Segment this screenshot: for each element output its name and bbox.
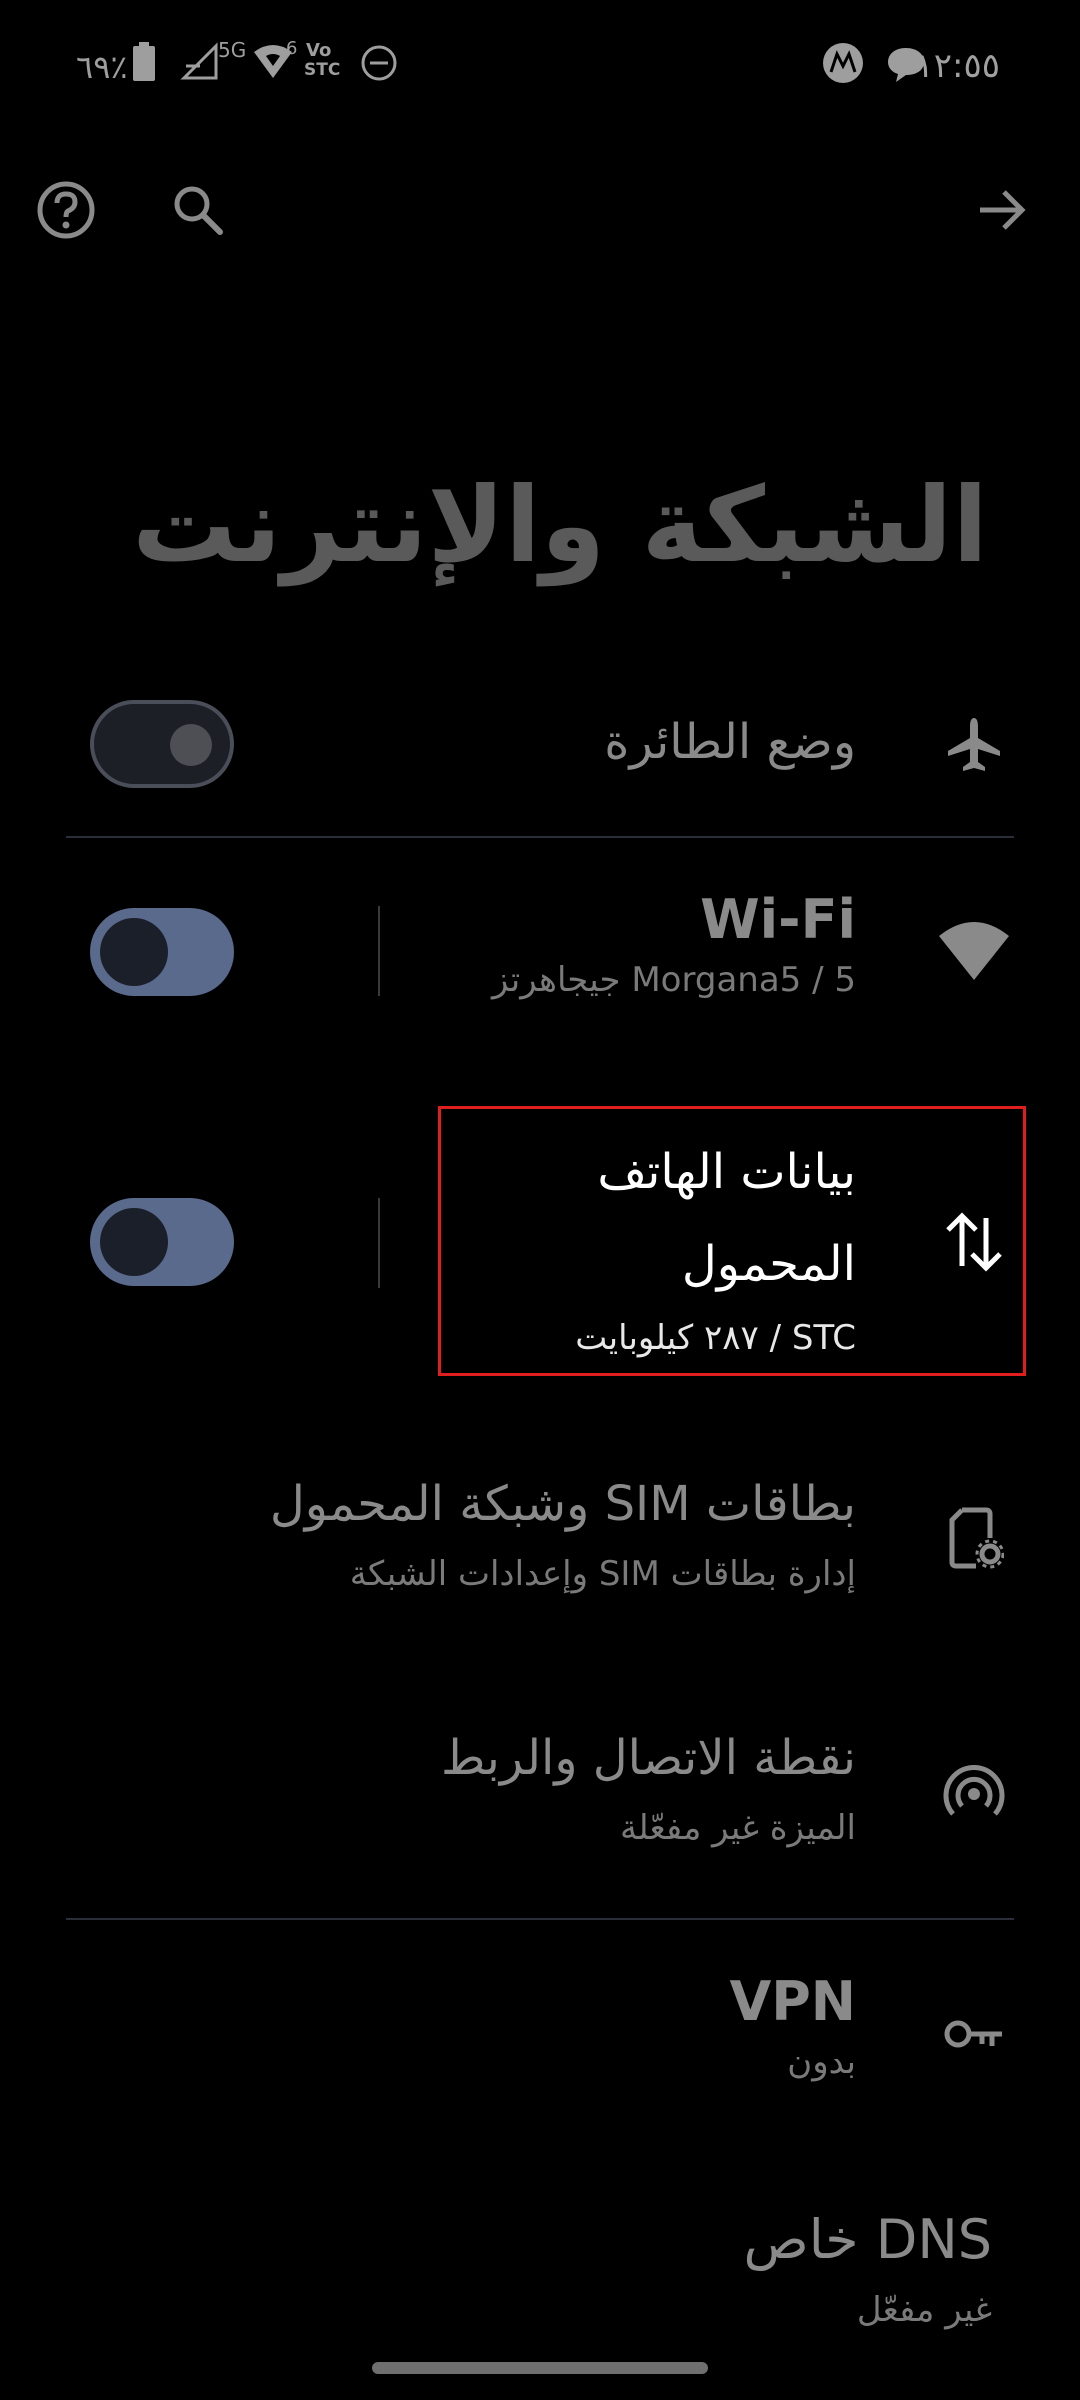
volte-label: Vo [306,40,332,61]
toggle-knob [170,724,212,766]
wifi-subtitle: Morgana5 / 5 جيجاهرتز [492,960,856,1000]
help-icon[interactable] [26,170,106,250]
dnd-icon [361,45,397,81]
motorola-icon [823,43,863,83]
network-5g-label: 5G [218,38,247,62]
private-dns-subtitle: غير مفعّل [856,2290,992,2330]
vpn-title: VPN [729,1970,856,2033]
page-title: الشبكة والإنترنت [132,464,988,586]
sim-cards-subtitle: إدارة بطاقات SIM وإعدادات الشبكة [349,1554,856,1594]
divider [66,836,1014,838]
sim-settings-icon [928,1492,1020,1584]
wifi-icon [928,904,1020,996]
signal-icon [180,42,218,80]
airplane-icon [928,698,1020,790]
wifi-title: Wi-Fi [700,888,856,951]
battery-percent: ٦٩٪ [76,48,128,86]
private-dns-row[interactable]: DNS خاص غير مفعّل [0,2200,1080,2350]
network-internet-screen: ٦٩٪ 5G 6 Vo STC ١٢:٥٥ الشبكة والإنترنت و… [0,0,1080,2400]
mobile-data-toggle[interactable] [90,1198,234,1286]
hotspot-title: نقطة الاتصال والربط [440,1730,856,1786]
airplane-mode-title: وضع الطائرة [604,714,856,770]
airplane-mode-toggle[interactable] [90,700,234,788]
clock: ١٢:٥٥ [915,46,1000,86]
wifi-generation: 6 [286,38,298,59]
arrow-forward-icon[interactable] [962,170,1042,250]
volte-carrier: STC [304,60,341,80]
sim-cards-row[interactable]: بطاقات SIM وشبكة المحمول إدارة بطاقات SI… [0,1464,1080,1614]
search-icon[interactable] [158,170,238,250]
status-bar: ٦٩٪ 5G 6 Vo STC ١٢:٥٥ [0,0,1080,125]
vpn-subtitle: بدون [787,2042,856,2082]
sim-cards-title: بطاقات SIM وشبكة المحمول [269,1476,856,1532]
airplane-mode-row[interactable]: وضع الطائرة [0,690,1080,800]
hotspot-icon [928,1746,1020,1838]
vertical-separator [378,1198,380,1288]
hotspot-row[interactable]: نقطة الاتصال والربط الميزة غير مفعّلة [0,1718,1080,1868]
vertical-separator [378,906,380,996]
hotspot-subtitle: الميزة غير مفعّلة [619,1808,856,1848]
highlight-box [438,1106,1026,1376]
divider [66,1918,1014,1920]
private-dns-title: DNS خاص [743,2208,992,2271]
vpn-row[interactable]: VPN بدون [0,1966,1080,2106]
wifi-toggle[interactable] [90,908,234,996]
gesture-nav-handle[interactable] [372,2362,708,2374]
battery-icon [133,42,155,81]
key-icon [928,1988,1020,2080]
toggle-knob [100,918,168,986]
wifi-row[interactable]: Wi-Fi Morgana5 / 5 جيجاهرتز [0,880,1080,1020]
toggle-knob [100,1208,168,1276]
